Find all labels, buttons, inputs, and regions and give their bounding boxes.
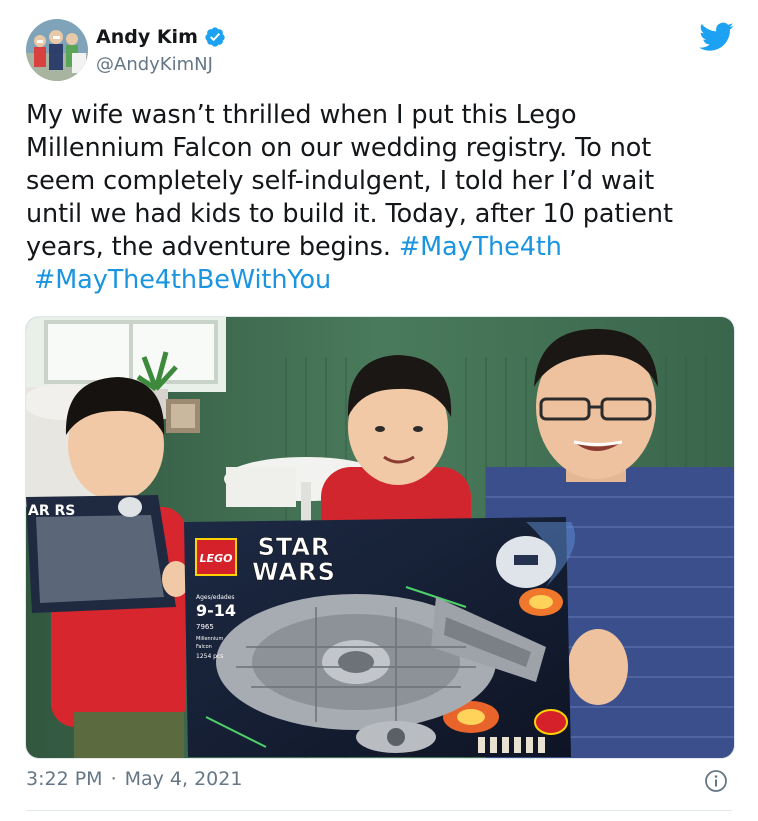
twitter-bird-icon[interactable] <box>699 22 734 52</box>
tweet-photo[interactable]: AR RS LEGO STAR WARS Ages/edades 9-14 79… <box>25 316 735 759</box>
tweet-text-line: until we had kids to build it. Today, af… <box>26 199 673 229</box>
tweet-timestamp[interactable]: 3:22 PM · May 4, 2021 <box>26 768 242 790</box>
set-number: 7965 <box>196 623 214 631</box>
tweet-text-line: #MayThe4thBeWithYou <box>26 264 738 297</box>
hashtag-link[interactable]: #MayThe4thBeWithYou <box>34 265 331 295</box>
hashtag-link[interactable]: #MayThe4th <box>399 232 562 262</box>
age-range: 9-14 <box>196 601 236 620</box>
set-name-1: Millennium <box>196 636 223 642</box>
tweet-text-line: years, the adventure begins. #MayThe4th <box>26 231 738 264</box>
star-wars-logo-line2: WARS <box>252 558 336 586</box>
tweet-text-line: Millennium Falcon on our wedding registr… <box>26 133 652 163</box>
tweet-text-line: seem completely self-indulgent, I told h… <box>26 166 655 196</box>
tweet-text: My wife wasn’t thrilled when I put this … <box>26 99 738 297</box>
tweet-time: 3:22 PM <box>26 768 103 790</box>
verified-badge-icon <box>204 26 226 48</box>
lego-box: LEGO STAR WARS Ages/edades 9-14 7965 Mil… <box>184 517 576 757</box>
tweet-date: May 4, 2021 <box>124 768 243 790</box>
tweet-text-line: My wife wasn’t thrilled when I put this … <box>26 100 577 130</box>
star-wars-logo-line1: STAR <box>258 533 331 561</box>
piece-count: 1254 pcs <box>196 653 223 660</box>
manual-cover-text: AR RS <box>28 503 75 519</box>
timestamp-separator: · <box>110 768 117 790</box>
age-label: Ages/edades <box>196 594 235 601</box>
author-name[interactable]: Andy Kim <box>96 26 198 48</box>
lego-logo-text: LEGO <box>200 552 233 565</box>
tweet-text-line-end: years, the adventure begins. <box>26 232 399 262</box>
info-circle-icon[interactable] <box>704 769 728 793</box>
set-name-2: Falcon <box>196 644 212 650</box>
author-handle[interactable]: @AndyKimNJ <box>96 54 226 75</box>
divider <box>26 810 732 811</box>
avatar[interactable] <box>26 19 88 81</box>
author-block: Andy Kim @AndyKimNJ <box>96 24 226 75</box>
tweet-card: Andy Kim @AndyKimNJ My wife wasn’t thril… <box>0 0 758 821</box>
